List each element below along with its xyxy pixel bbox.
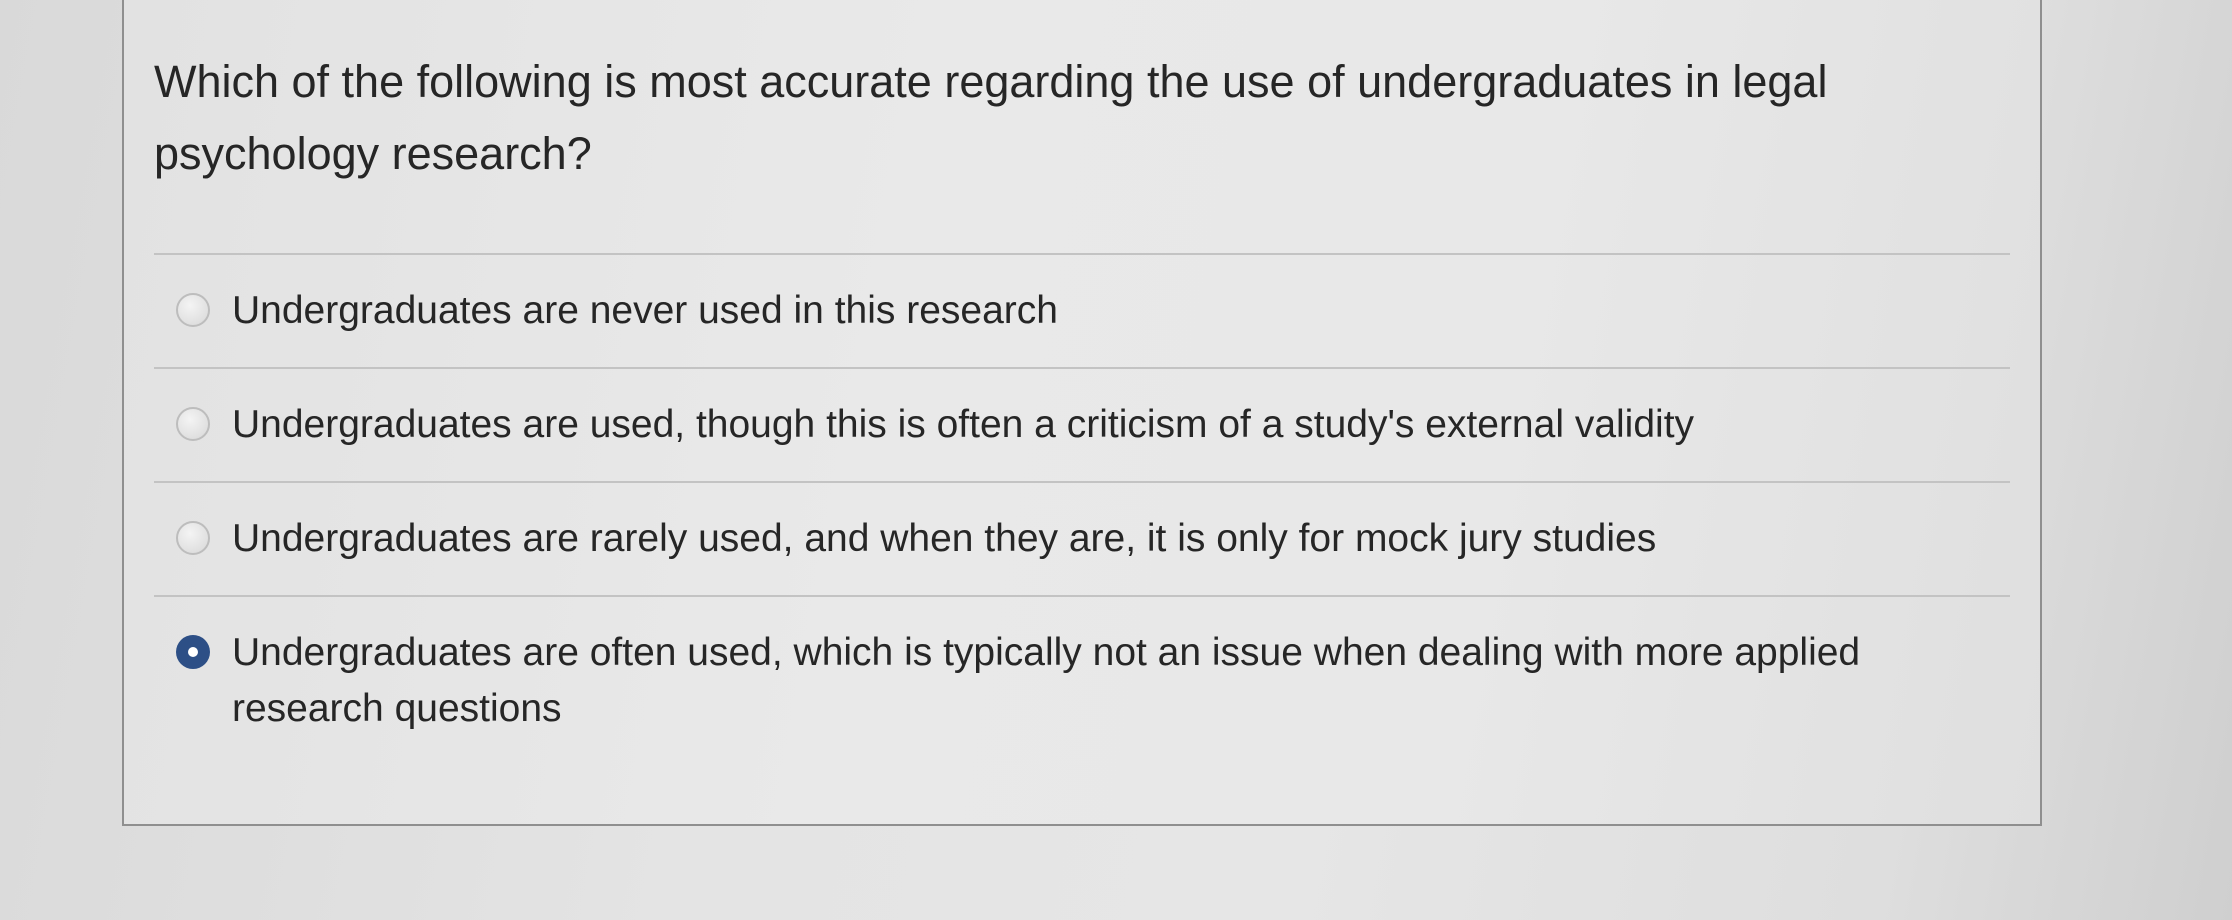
question-card: Which of the following is most accurate … <box>122 0 2042 826</box>
question-text: Which of the following is most accurate … <box>154 56 1828 179</box>
radio-button-1[interactable] <box>176 293 210 327</box>
radio-button-4-selected[interactable] <box>176 635 210 669</box>
answer-option-1[interactable]: Undergraduates are never used in this re… <box>124 255 2040 367</box>
answer-option-2-label: Undergraduates are used, though this is … <box>232 403 1695 446</box>
answer-options-list: Undergraduates are never used in this re… <box>124 253 2040 737</box>
radio-button-2[interactable] <box>176 407 210 441</box>
answer-option-2[interactable]: Undergraduates are used, though this is … <box>124 369 2040 481</box>
radio-button-3[interactable] <box>176 521 210 555</box>
answer-option-4-label: Undergraduates are often used, which is … <box>232 631 1861 730</box>
answer-option-1-label: Undergraduates are never used in this re… <box>232 289 1058 332</box>
answer-option-3[interactable]: Undergraduates are rarely used, and when… <box>124 483 2040 595</box>
answer-option-4[interactable]: Undergraduates are often used, which is … <box>124 597 2040 737</box>
answer-option-3-label: Undergraduates are rarely used, and when… <box>232 517 1657 560</box>
